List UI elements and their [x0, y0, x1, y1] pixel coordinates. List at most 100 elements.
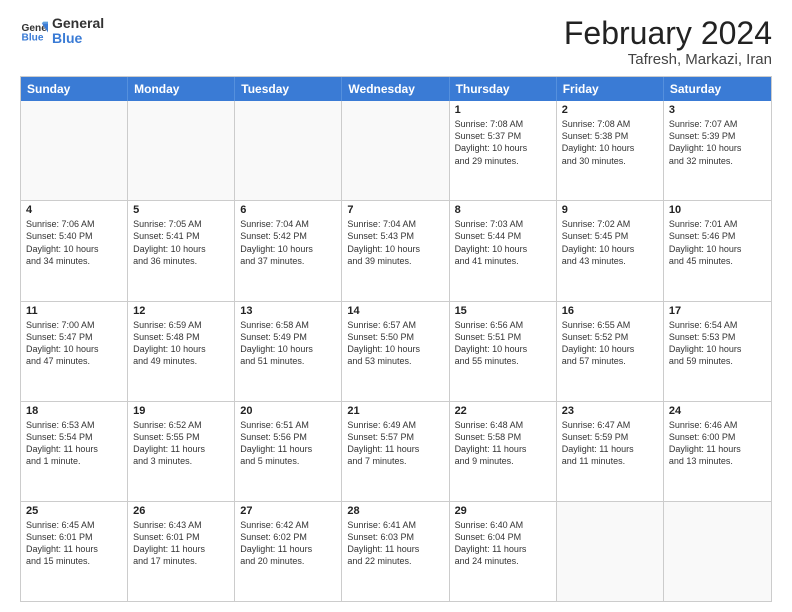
day-info: Sunrise: 6:41 AM Sunset: 6:03 PM Dayligh…	[347, 519, 443, 568]
day-number: 18	[26, 405, 122, 417]
header: General Blue General Blue February 2024 …	[20, 16, 772, 68]
day-info: Sunrise: 6:40 AM Sunset: 6:04 PM Dayligh…	[455, 519, 551, 568]
cal-cell-r3-c2: 20Sunrise: 6:51 AM Sunset: 5:56 PM Dayli…	[235, 402, 342, 501]
cal-cell-r0-c3	[342, 101, 449, 200]
day-info: Sunrise: 6:57 AM Sunset: 5:50 PM Dayligh…	[347, 319, 443, 368]
day-number: 13	[240, 305, 336, 317]
cal-cell-r4-c5	[557, 502, 664, 601]
day-info: Sunrise: 6:46 AM Sunset: 6:00 PM Dayligh…	[669, 419, 766, 468]
day-info: Sunrise: 7:01 AM Sunset: 5:46 PM Dayligh…	[669, 218, 766, 267]
cal-cell-r1-c5: 9 Sunrise: 7:02 AM Sunset: 5:45 PM Daylig…	[557, 201, 664, 300]
day-number: 28	[347, 505, 443, 517]
header-monday: Monday	[128, 77, 235, 101]
cal-cell-r1-c6: 10 Sunrise: 7:01 AM Sunset: 5:46 PM Dayli…	[664, 201, 771, 300]
day-info: Sunrise: 6:55 AM Sunset: 5:52 PM Dayligh…	[562, 319, 658, 368]
cal-cell-r2-c4: 15 Sunrise: 6:56 AM Sunset: 5:51 PM Dayli…	[450, 302, 557, 401]
cal-cell-r0-c0	[21, 101, 128, 200]
day-number: 14	[347, 305, 443, 317]
day-info: Sunrise: 6:48 AM Sunset: 5:58 PM Dayligh…	[455, 419, 551, 468]
day-info: Sunrise: 7:00 AM Sunset: 5:47 PM Dayligh…	[26, 319, 122, 368]
day-info: Sunrise: 7:07 AM Sunset: 5:39 PM Dayligh…	[669, 118, 766, 167]
day-number: 15	[455, 305, 551, 317]
day-info: Sunrise: 7:06 AM Sunset: 5:40 PM Dayligh…	[26, 218, 122, 267]
day-number: 9	[562, 204, 658, 216]
day-number: 17	[669, 305, 766, 317]
header-friday: Friday	[557, 77, 664, 101]
day-info: Sunrise: 7:04 AM Sunset: 5:43 PM Dayligh…	[347, 218, 443, 267]
cal-cell-r3-c3: 21Sunrise: 6:49 AM Sunset: 5:57 PM Dayli…	[342, 402, 449, 501]
day-number: 7	[347, 204, 443, 216]
day-info: Sunrise: 7:02 AM Sunset: 5:45 PM Dayligh…	[562, 218, 658, 267]
cal-cell-r1-c4: 8Sunrise: 7:03 AM Sunset: 5:44 PM Daylig…	[450, 201, 557, 300]
day-info: Sunrise: 6:58 AM Sunset: 5:49 PM Dayligh…	[240, 319, 336, 368]
page: General Blue General Blue February 2024 …	[0, 0, 792, 612]
cal-cell-r0-c4: 1 Sunrise: 7:08 AM Sunset: 5:37 PM Daylig…	[450, 101, 557, 200]
cal-cell-r3-c5: 23Sunrise: 6:47 AM Sunset: 5:59 PM Dayli…	[557, 402, 664, 501]
logo-line2: Blue	[52, 31, 104, 46]
day-info: Sunrise: 6:59 AM Sunset: 5:48 PM Dayligh…	[133, 319, 229, 368]
header-saturday: Saturday	[664, 77, 771, 101]
day-info: Sunrise: 7:08 AM Sunset: 5:37 PM Dayligh…	[455, 118, 551, 167]
day-number: 11	[26, 305, 122, 317]
cal-cell-r4-c6	[664, 502, 771, 601]
cal-cell-r4-c3: 28 Sunrise: 6:41 AM Sunset: 6:03 PM Dayli…	[342, 502, 449, 601]
day-info: Sunrise: 6:53 AM Sunset: 5:54 PM Dayligh…	[26, 419, 122, 468]
day-info: Sunrise: 6:43 AM Sunset: 6:01 PM Dayligh…	[133, 519, 229, 568]
cal-cell-r1-c1: 5 Sunrise: 7:05 AM Sunset: 5:41 PM Daylig…	[128, 201, 235, 300]
day-info: Sunrise: 6:51 AM Sunset: 5:56 PM Dayligh…	[240, 419, 336, 468]
header-thursday: Thursday	[450, 77, 557, 101]
day-info: Sunrise: 6:49 AM Sunset: 5:57 PM Dayligh…	[347, 419, 443, 468]
cal-cell-r0-c6: 3Sunrise: 7:07 AM Sunset: 5:39 PM Daylig…	[664, 101, 771, 200]
day-info: Sunrise: 7:08 AM Sunset: 5:38 PM Dayligh…	[562, 118, 658, 167]
day-number: 6	[240, 204, 336, 216]
svg-text:Blue: Blue	[22, 33, 44, 44]
day-number: 23	[562, 405, 658, 417]
cal-cell-r3-c4: 22 Sunrise: 6:48 AM Sunset: 5:58 PM Dayli…	[450, 402, 557, 501]
cal-cell-r3-c6: 24Sunrise: 6:46 AM Sunset: 6:00 PM Dayli…	[664, 402, 771, 501]
calendar-row-3: 18 Sunrise: 6:53 AM Sunset: 5:54 PM Dayli…	[21, 402, 771, 502]
logo-line1: General	[52, 16, 104, 31]
day-info: Sunrise: 6:54 AM Sunset: 5:53 PM Dayligh…	[669, 319, 766, 368]
day-number: 16	[562, 305, 658, 317]
day-number: 10	[669, 204, 766, 216]
cal-cell-r4-c4: 29Sunrise: 6:40 AM Sunset: 6:04 PM Dayli…	[450, 502, 557, 601]
location: Tafresh, Markazi, Iran	[564, 51, 772, 68]
day-info: Sunrise: 7:05 AM Sunset: 5:41 PM Dayligh…	[133, 218, 229, 267]
cal-cell-r2-c2: 13 Sunrise: 6:58 AM Sunset: 5:49 PM Dayli…	[235, 302, 342, 401]
month-year: February 2024	[564, 16, 772, 51]
day-info: Sunrise: 6:42 AM Sunset: 6:02 PM Dayligh…	[240, 519, 336, 568]
header-tuesday: Tuesday	[235, 77, 342, 101]
cal-cell-r2-c3: 14 Sunrise: 6:57 AM Sunset: 5:50 PM Dayli…	[342, 302, 449, 401]
calendar-row-1: 4 Sunrise: 7:06 AM Sunset: 5:40 PM Daylig…	[21, 201, 771, 301]
title-block: February 2024 Tafresh, Markazi, Iran	[564, 16, 772, 68]
cal-cell-r2-c6: 17 Sunrise: 6:54 AM Sunset: 5:53 PM Dayli…	[664, 302, 771, 401]
day-number: 5	[133, 204, 229, 216]
day-number: 4	[26, 204, 122, 216]
logo-icon: General Blue	[20, 17, 48, 45]
cal-cell-r4-c2: 27 Sunrise: 6:42 AM Sunset: 6:02 PM Dayli…	[235, 502, 342, 601]
day-info: Sunrise: 6:56 AM Sunset: 5:51 PM Dayligh…	[455, 319, 551, 368]
header-wednesday: Wednesday	[342, 77, 449, 101]
day-info: Sunrise: 7:04 AM Sunset: 5:42 PM Dayligh…	[240, 218, 336, 267]
day-info: Sunrise: 7:03 AM Sunset: 5:44 PM Dayligh…	[455, 218, 551, 267]
day-info: Sunrise: 6:52 AM Sunset: 5:55 PM Dayligh…	[133, 419, 229, 468]
cal-cell-r4-c1: 26 Sunrise: 6:43 AM Sunset: 6:01 PM Dayli…	[128, 502, 235, 601]
cal-cell-r3-c0: 18 Sunrise: 6:53 AM Sunset: 5:54 PM Dayli…	[21, 402, 128, 501]
calendar-row-2: 11 Sunrise: 7:00 AM Sunset: 5:47 PM Dayli…	[21, 302, 771, 402]
calendar-row-4: 25 Sunrise: 6:45 AM Sunset: 6:01 PM Dayli…	[21, 502, 771, 601]
header-sunday: Sunday	[21, 77, 128, 101]
calendar: Sunday Monday Tuesday Wednesday Thursday…	[20, 76, 772, 602]
day-number: 22	[455, 405, 551, 417]
cal-cell-r0-c2	[235, 101, 342, 200]
day-number: 26	[133, 505, 229, 517]
day-number: 12	[133, 305, 229, 317]
calendar-header: Sunday Monday Tuesday Wednesday Thursday…	[21, 77, 771, 101]
day-number: 1	[455, 104, 551, 116]
cal-cell-r2-c0: 11 Sunrise: 7:00 AM Sunset: 5:47 PM Dayli…	[21, 302, 128, 401]
day-info: Sunrise: 6:45 AM Sunset: 6:01 PM Dayligh…	[26, 519, 122, 568]
day-number: 27	[240, 505, 336, 517]
day-number: 25	[26, 505, 122, 517]
cal-cell-r0-c1	[128, 101, 235, 200]
cal-cell-r2-c5: 16 Sunrise: 6:55 AM Sunset: 5:52 PM Dayli…	[557, 302, 664, 401]
cal-cell-r1-c2: 6 Sunrise: 7:04 AM Sunset: 5:42 PM Daylig…	[235, 201, 342, 300]
